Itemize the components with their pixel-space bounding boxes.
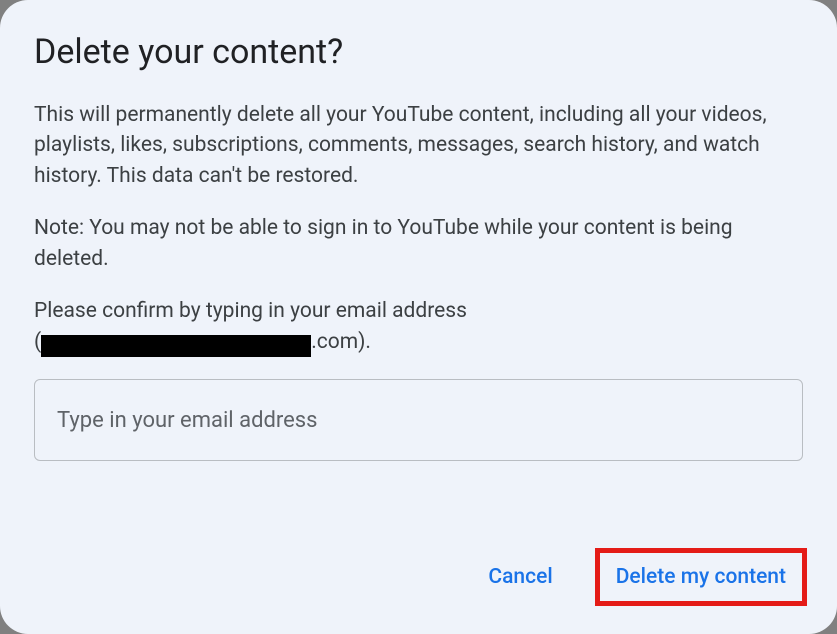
- dialog-title: Delete your content?: [34, 32, 803, 72]
- dialog-paragraph-2: Note: You may not be able to sign in to …: [34, 213, 803, 274]
- open-paren: (: [34, 330, 41, 354]
- dialog-actions: Cancel Delete my content: [474, 548, 807, 606]
- confirm-prefix: Please confirm by typing in your email a…: [34, 296, 803, 326]
- annotation-highlight: Delete my content: [595, 548, 807, 606]
- email-input-container: [34, 379, 803, 461]
- close-paren: ).: [358, 330, 371, 354]
- confirm-email-line: ( .com).: [34, 327, 803, 357]
- email-input[interactable]: [34, 379, 803, 461]
- cancel-button[interactable]: Cancel: [474, 555, 566, 599]
- dialog-paragraph-1: This will permanently delete all your Yo…: [34, 100, 803, 191]
- delete-button[interactable]: Delete my content: [608, 559, 794, 595]
- email-domain: .com: [311, 330, 358, 354]
- confirm-instruction: Please confirm by typing in your email a…: [34, 296, 803, 357]
- delete-content-dialog: Delete your content? This will permanent…: [0, 0, 837, 634]
- redacted-email-local: [41, 335, 311, 357]
